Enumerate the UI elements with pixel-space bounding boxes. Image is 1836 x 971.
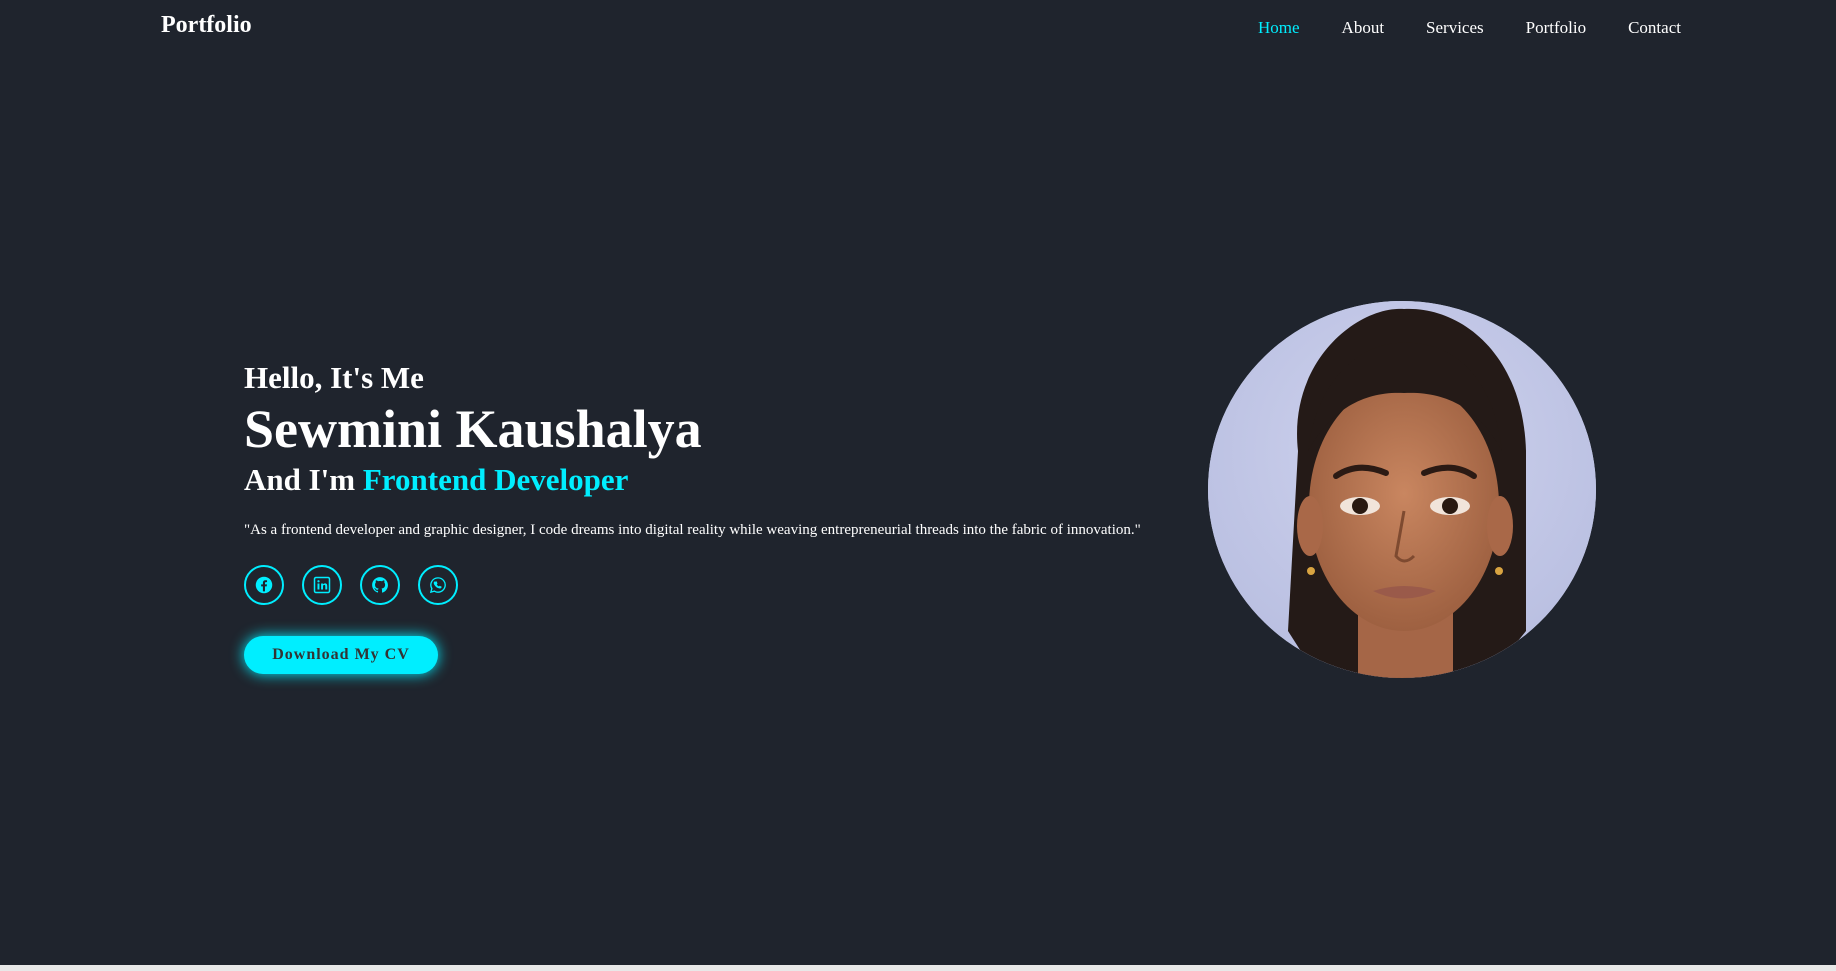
greeting: Hello, It's Me bbox=[244, 360, 424, 395]
role-text: Frontend Developer bbox=[362, 462, 629, 497]
social-links bbox=[244, 565, 1224, 605]
linkedin-link[interactable] bbox=[302, 565, 342, 605]
whatsapp-link[interactable] bbox=[418, 565, 458, 605]
logo[interactable]: Portfolio bbox=[161, 12, 252, 39]
linkedin-icon bbox=[313, 576, 331, 594]
nav-home[interactable]: Home bbox=[1258, 18, 1300, 38]
whatsapp-icon bbox=[429, 577, 446, 594]
github-icon bbox=[372, 577, 388, 593]
nav-services[interactable]: Services bbox=[1426, 18, 1484, 38]
hero-quote: "As a frontend developer and graphic des… bbox=[244, 522, 1141, 538]
role-prefix: And I'm bbox=[244, 462, 356, 497]
download-cv-button[interactable]: Download My CV bbox=[244, 636, 438, 674]
page: Portfolio Home About Services Portfolio … bbox=[0, 0, 1836, 971]
profile-photo bbox=[1208, 301, 1596, 678]
main-nav: Home About Services Portfolio Contact bbox=[1258, 18, 1681, 38]
portrait-illustration bbox=[1208, 301, 1596, 678]
nav-contact[interactable]: Contact bbox=[1628, 18, 1681, 38]
facebook-link[interactable] bbox=[244, 565, 284, 605]
nav-portfolio[interactable]: Portfolio bbox=[1526, 18, 1586, 38]
hero-name: Sewmini Kaushalya bbox=[244, 399, 702, 459]
role-line: And I'm Frontend Developer bbox=[244, 460, 1224, 500]
nav-about[interactable]: About bbox=[1342, 18, 1385, 38]
site-header: Portfolio Home About Services Portfolio … bbox=[0, 0, 1836, 58]
home-section: Hello, It's Me Sewmini Kaushalya And I'm… bbox=[244, 358, 1224, 674]
github-link[interactable] bbox=[360, 565, 400, 605]
facebook-icon bbox=[255, 576, 273, 594]
bottom-scrollbar[interactable] bbox=[0, 965, 1836, 971]
